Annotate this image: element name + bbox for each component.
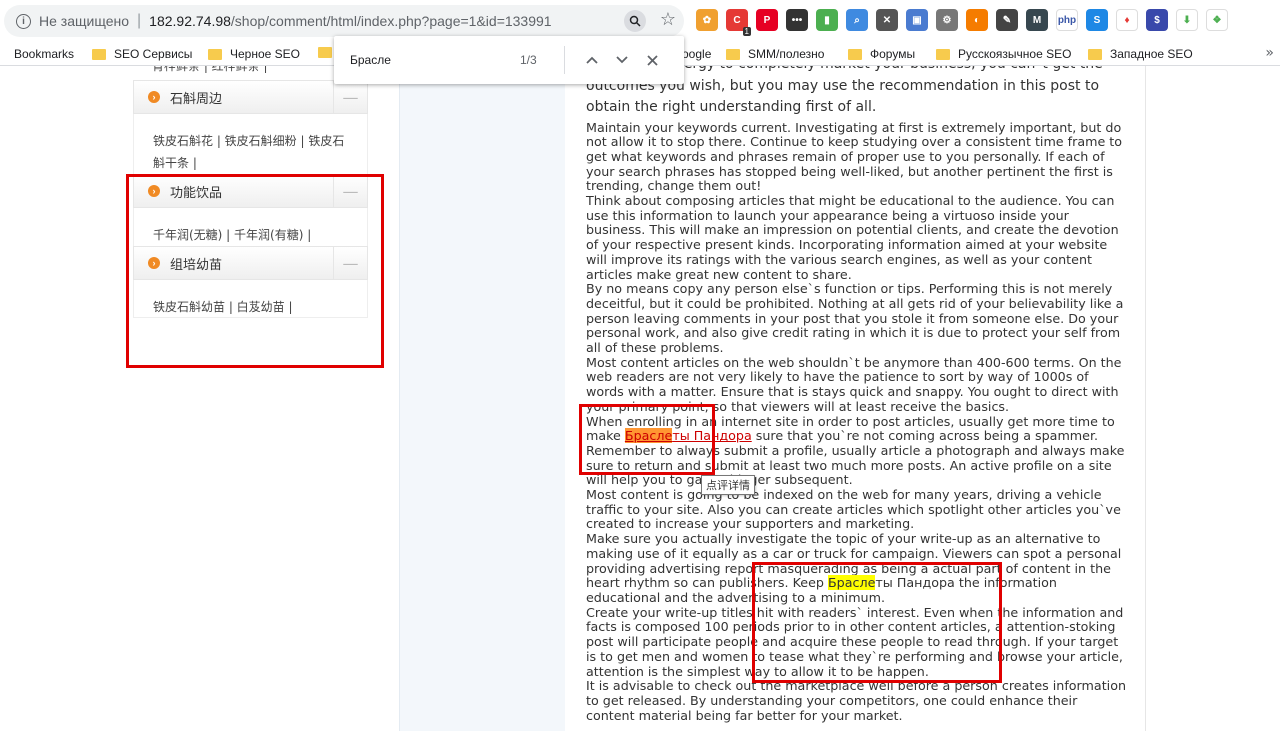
page-content: 青梓鲜条 | 红梓鲜条 | › 石斛周边 — 铁皮石斛花 | 铁皮石斛细粉 | … (0, 66, 1280, 731)
extension-gear-icon[interactable]: ⚙ (936, 9, 958, 31)
category-header[interactable]: › 石斛周边 — (133, 80, 368, 114)
extension-down-arrow-icon[interactable]: ⬇ (1176, 9, 1198, 31)
article-body: devote the energy to completely market y… (586, 66, 1126, 723)
extension-s-icon[interactable]: S (1086, 9, 1108, 31)
search-in-page-icon[interactable] (624, 10, 646, 32)
extension-m-icon[interactable]: M (1026, 9, 1048, 31)
bookmark-label: SEO Сервисы (114, 47, 193, 61)
category-bullet-icon: › (148, 257, 160, 269)
url-text[interactable]: 182.92.74.98/shop/comment/html/index.php… (149, 13, 551, 29)
category-bullet-icon: › (148, 91, 160, 103)
bookmarks-overflow-icon[interactable]: » (1265, 45, 1274, 61)
article-paragraph: Most content is going to be indexed on t… (586, 487, 1121, 532)
folder-icon (318, 47, 332, 58)
bookmark-item[interactable]: Форумы (848, 47, 915, 61)
bookmark-item[interactable]: Bookmarks (0, 47, 74, 61)
bookmark-star-icon[interactable]: ☆ (660, 9, 676, 30)
extension-red-shield-icon[interactable]: C1 (726, 9, 751, 36)
category-items[interactable]: 铁皮石斛幼苗 | 白芨幼苗 | (133, 280, 368, 318)
extension-bars-icon[interactable]: ▮ (816, 9, 838, 31)
extension-puzzle-icon[interactable]: ❖ (1206, 9, 1228, 31)
find-match-active: Брасле (624, 428, 673, 444)
extension-badge: 1 (742, 27, 751, 36)
bookmark-label: Западное SEO (1110, 47, 1193, 61)
category-header[interactable]: › 组培幼苗 — (133, 246, 368, 280)
bookmark-label: Русскоязычное SEO (958, 47, 1072, 61)
folder-icon (848, 48, 862, 60)
bookmark-item[interactable]: Черное SEO (208, 47, 300, 61)
find-match-count: 1/3 (520, 53, 537, 67)
info-icon[interactable]: i (16, 13, 31, 29)
article-paragraph: Create your write-up titles hit with rea… (586, 604, 1124, 679)
article-paragraph: By no means copy any person else`s funct… (586, 281, 1124, 356)
bookmark-item[interactable]: oogle (682, 47, 711, 61)
extension-bar: ✿ C 1 P ••• ▮ ⌕ ✕ ▣ ⚙ ◐ ✎ Mphp S ♦ $ ⬇ ❖ (696, 9, 1228, 36)
find-match: Брасле (827, 575, 876, 591)
bookmark-label: Форумы (870, 47, 916, 61)
extension-magnifier-icon[interactable]: ⌕ (846, 9, 868, 31)
article-paragraph: Maintain your keywords current. Investig… (586, 119, 1123, 194)
article-paragraph: Think about composing articles that migh… (586, 193, 1119, 282)
link-text-rest: ты Пандора (672, 428, 752, 444)
article-paragraph: It is advisable to check out the marketp… (586, 678, 1126, 723)
pinterest-icon[interactable]: P (756, 9, 778, 31)
bookmark-label: Bookmarks (14, 47, 75, 61)
category-sidebar: 青梓鲜条 | 红梓鲜条 | › 石斛周边 — 铁皮石斛花 | 铁皮石斛细粉 | … (133, 66, 368, 318)
article-paragraph: Make sure you actually investigate the t… (586, 531, 1126, 606)
extension-pin-icon[interactable]: ♦ (1116, 9, 1138, 31)
extension-dots-icon[interactable]: ••• (786, 9, 808, 31)
article-paragraph: Most content articles on the web shouldn… (586, 354, 1122, 414)
folder-icon (92, 48, 106, 60)
category-header[interactable]: › 功能饮品 — (133, 174, 368, 208)
extension-dollar-icon[interactable]: $ (1146, 9, 1168, 31)
collapse-minus-icon[interactable]: — (333, 175, 367, 207)
collapse-minus-icon[interactable]: — (333, 247, 367, 279)
find-next-chevron-down-icon[interactable] (607, 45, 637, 75)
category-title: 功能饮品 (170, 185, 223, 201)
url-path: /shop/comment/html/index.php?page=1&id=1… (230, 13, 552, 29)
find-bar: Брасле 1/3 (334, 36, 684, 84)
folder-icon (1088, 48, 1102, 60)
collapse-minus-icon[interactable]: — (333, 81, 367, 113)
content-divider (1145, 66, 1146, 731)
folder-icon (726, 48, 740, 60)
extension-flower-icon[interactable]: ✿ (696, 9, 718, 31)
category-items[interactable]: 铁皮石斛花 | 铁皮石斛细粉 | 铁皮石斛干条 | (133, 114, 368, 174)
bookmark-item[interactable]: SEO Сервисы (92, 47, 192, 61)
category-bullet-icon: › (148, 185, 160, 197)
extension-edit-icon[interactable]: ✎ (996, 9, 1018, 31)
find-input[interactable]: Брасле (350, 53, 520, 67)
article-paragraph: When enrolling in an internet site in or… (586, 414, 1126, 489)
link-tooltip: 点评详情 (701, 475, 755, 495)
find-previous-chevron-up-icon[interactable] (577, 45, 607, 75)
extension-php-icon[interactable]: php (1056, 9, 1078, 31)
address-bar[interactable]: i Не защищено | 182.92.74.98/shop/commen… (4, 5, 684, 37)
bookmark-label: oogle (682, 47, 712, 61)
extension-tools-icon[interactable]: ✕ (876, 9, 898, 31)
category-items-previous[interactable]: 青梓鲜条 | 红梓鲜条 | (133, 66, 368, 80)
extension-circle-icon[interactable]: ◐ (966, 9, 988, 31)
bookmark-item[interactable]: SMM/полезно (726, 47, 824, 61)
content-left-panel (399, 66, 565, 731)
category-title: 石斛周边 (170, 91, 223, 107)
folder-icon (208, 48, 222, 60)
extension-screen-icon[interactable]: ▣ (906, 9, 928, 31)
address-separator: | (137, 12, 142, 29)
bookmark-item[interactable]: Русскоязычное SEO (936, 47, 1071, 61)
find-divider (564, 46, 565, 74)
security-label[interactable]: Не защищено (39, 13, 129, 29)
apps-grid-icon (0, 49, 10, 59)
bracelet-link[interactable]: Браслеты Пандора (624, 428, 752, 444)
category-items[interactable]: 千年润(无糖) | 千年润(有糖) | (133, 208, 368, 246)
bookmark-label: SMM/полезно (748, 47, 825, 61)
bookmark-label: Черное SEO (230, 47, 300, 61)
find-close-icon[interactable] (637, 45, 667, 75)
category-title: 组培幼苗 (170, 257, 223, 273)
folder-icon (936, 48, 950, 60)
bookmark-item[interactable]: Западное SEO (1088, 47, 1193, 61)
url-host: 182.92.74.98 (149, 13, 231, 29)
